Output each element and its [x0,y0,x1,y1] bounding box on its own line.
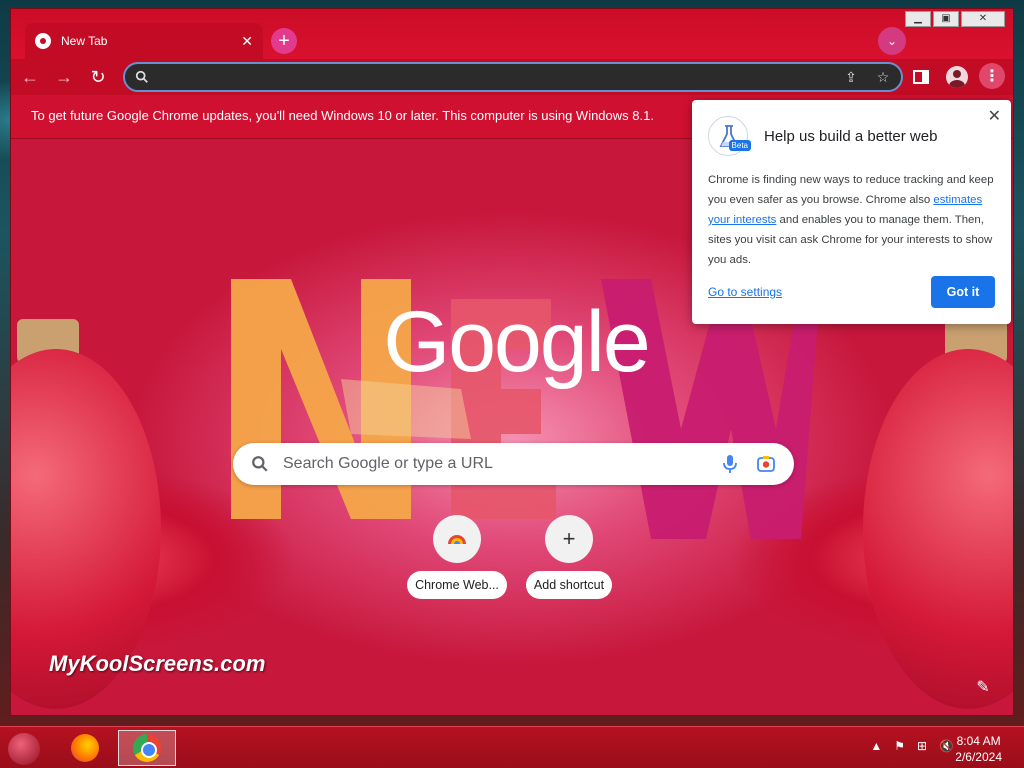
got-it-button[interactable]: Got it [931,276,995,308]
title-bar: New Tab ✕ + ⌄ ▁ ▣ ✕ [11,9,1013,59]
tab-search-button[interactable]: ⌄ [878,27,906,55]
privacy-sandbox-dialog: ✕ Beta Help us build a better web Chrome… [692,100,1011,324]
search-icon [252,456,268,472]
customize-chrome-pencil-icon[interactable]: ✎ [969,673,997,701]
tab-close-icon[interactable]: ✕ [241,33,253,50]
address-bar[interactable]: ⇪ ☆ [123,62,903,92]
firefox-icon [71,734,99,762]
toolbar: ← → ↻ ⇪ ☆ ⋮ [11,59,1013,95]
shortcut-label: Add shortcut [525,571,613,599]
infobar-message: To get future Google Chrome updates, you… [31,108,654,123]
start-button-icon[interactable] [8,733,40,765]
chrome-icon [133,734,161,762]
bookmark-star-icon[interactable]: ☆ [873,67,893,87]
shortcut-label: Chrome Web... [407,571,507,599]
beta-badge: Beta [728,140,751,151]
shortcut-add[interactable]: + Add shortcut [517,515,621,599]
side-panel-icon [913,70,929,84]
network-icon[interactable]: ⊞ [917,739,927,753]
ntp-search-box[interactable]: Search Google or type a URL [233,443,794,485]
tab-title: New Tab [61,34,108,48]
dialog-close-icon[interactable]: ✕ [988,106,1001,126]
system-tray: ▲ ⚑ ⊞ 🔇 [870,739,954,753]
new-tab-button[interactable]: + [271,28,297,54]
volume-muted-icon[interactable]: 🔇 [939,739,954,753]
avatar [946,66,968,88]
voice-search-icon[interactable] [722,454,738,474]
side-panel-button[interactable] [907,63,935,91]
taskbar: ▲ ⚑ ⊞ 🔇 8:04 AM 2/6/2024 [0,726,1024,768]
minimize-button[interactable]: ▁ [905,11,931,27]
taskbar-firefox[interactable] [56,730,114,766]
chrome-favicon-icon [35,33,51,49]
taskbar-chrome[interactable] [118,730,176,766]
beta-flask-icon: Beta [708,116,751,156]
forward-button[interactable]: → [49,62,79,92]
action-center-flag-icon[interactable]: ⚑ [894,739,905,753]
show-hidden-icons-icon[interactable]: ▲ [870,739,882,753]
maximize-button[interactable]: ▣ [933,11,959,27]
google-logo: Google [383,294,650,390]
add-icon: + [545,515,593,563]
ornament-right [863,349,1013,709]
search-icon [135,70,148,83]
window-controls: ▁ ▣ ✕ [905,11,1005,27]
ntp-search-placeholder: Search Google or type a URL [283,455,493,472]
watermark: MyKoolScreens.com [49,651,266,676]
clock[interactable]: 8:04 AM 2/6/2024 [955,733,1002,765]
chrome-menu-button[interactable]: ⋮ [979,63,1005,89]
chrome-web-store-icon [433,515,481,563]
chrome-window: New Tab ✕ + ⌄ ▁ ▣ ✕ ← → ↻ ⇪ ☆ ⋮ To get f… [10,8,1014,716]
tab-new-tab[interactable]: New Tab ✕ [25,23,263,59]
share-icon[interactable]: ⇪ [841,67,861,87]
profile-button[interactable] [943,63,971,91]
dialog-body: Chrome is finding new ways to reduce tra… [708,170,995,270]
go-to-settings-link[interactable]: Go to settings [708,285,782,299]
clock-time: 8:04 AM [956,734,1001,748]
google-lens-icon[interactable] [756,454,776,474]
dialog-title: Help us build a better web [764,127,938,145]
reload-button[interactable]: ↻ [83,62,113,92]
shortcuts: Chrome Web... + Add shortcut [405,515,621,599]
back-button[interactable]: ← [15,62,45,92]
close-window-button[interactable]: ✕ [961,11,1005,27]
clock-date: 2/6/2024 [955,750,1002,764]
shortcut-chrome-web-store[interactable]: Chrome Web... [405,515,509,599]
